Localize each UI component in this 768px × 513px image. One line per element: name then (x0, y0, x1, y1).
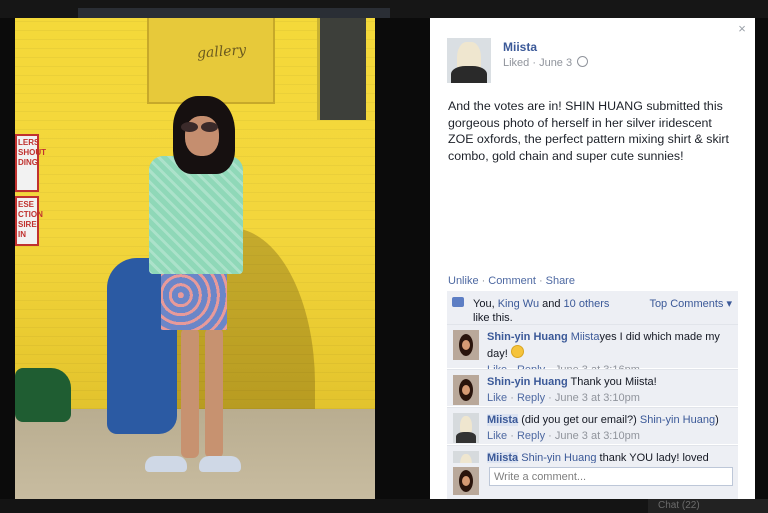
like-comment-link[interactable]: Like (487, 392, 507, 404)
comment-text: Thank you Miista! (567, 376, 657, 388)
separator-dot: · (481, 275, 486, 287)
smile-emoji-icon (510, 345, 524, 358)
write-comment-row (447, 463, 738, 499)
like-comment-link[interactable]: Like (487, 430, 507, 442)
close-icon[interactable]: × (735, 22, 749, 36)
tagged-user-link[interactable]: Shin-yin Huang (640, 414, 715, 426)
photo-red-sign-2: ESE CTION SIRE IN (15, 196, 43, 246)
post-actions: Unlike · Comment · Share (448, 275, 575, 287)
share-link[interactable]: Share (546, 275, 575, 287)
comment-link[interactable]: Comment (488, 275, 536, 287)
photo-gallery-sign (147, 18, 275, 104)
commenter-name-link[interactable]: Shin-yin Huang (487, 331, 568, 343)
reply-link[interactable]: Reply (517, 430, 545, 442)
globe-icon (577, 56, 589, 67)
likes-suffix: like this. (473, 312, 513, 324)
comment-timestamp: June 3 at 3:10pm (554, 392, 640, 404)
tagged-user-link[interactable]: Miista (571, 331, 600, 343)
tagged-user-link[interactable]: Shin-yin Huang (521, 452, 596, 463)
commenter-avatar[interactable] (453, 413, 479, 443)
commenter-avatar[interactable] (453, 451, 479, 463)
photo-leg-right (205, 328, 223, 458)
separator-dot: · (538, 275, 543, 287)
commenter-name-link[interactable]: Miista (487, 452, 519, 463)
reply-link[interactable]: Reply (517, 392, 545, 404)
comment-item: Shin-yin Huang Thank you Miista! Like · … (447, 369, 738, 406)
background-header (0, 0, 768, 18)
viewer-avatar (453, 467, 479, 495)
photo-red-sign-1: LERS SHOUT DING (15, 134, 46, 192)
photo-window (317, 18, 366, 120)
commenter-avatar[interactable] (453, 330, 479, 360)
chat-bar[interactable]: Chat (22) (648, 499, 768, 513)
post-panel: × Miista Liked · June 3 And the votes ar… (430, 18, 755, 499)
comment-text: thank YOU lady! loved (596, 452, 709, 463)
photo-shoe-right (199, 456, 241, 472)
likes-text: You, King Wu and 10 others like this. (473, 297, 623, 325)
post-meta-text: Liked · June 3 (503, 57, 573, 69)
photo-hydrant (15, 368, 71, 422)
commenter-name-link[interactable]: Miista (487, 414, 519, 426)
top-comments-dropdown[interactable]: Top Comments ▾ (649, 297, 732, 310)
comment-text: (did you get our email?) (518, 414, 640, 426)
post-meta: Liked · June 3 (503, 56, 589, 69)
unlike-link[interactable]: Unlike (448, 275, 479, 287)
post-photo[interactable]: gallery LERS SHOUT DING ESE CTION SIRE I… (15, 18, 375, 499)
thumbs-up-icon (452, 297, 464, 307)
photo-shoe-left (145, 456, 187, 472)
comment-item: Shin-yin Huang Miistayes I did which mad… (447, 324, 738, 376)
likes-summary: You, King Wu and 10 others like this. To… (447, 291, 738, 324)
photo-gallery-sign-text: gallery (196, 42, 247, 62)
commenter-avatar[interactable] (453, 375, 479, 405)
comment-text-end: ) (715, 414, 719, 426)
comment-input[interactable] (489, 467, 733, 486)
photo-leg-left (181, 328, 199, 458)
liker-link[interactable]: King Wu (498, 298, 539, 310)
comment-timestamp: June 3 at 3:10pm (554, 430, 640, 442)
likes-prefix: You, (473, 298, 498, 310)
comment-list: Shin-yin Huang Miistayes I did which mad… (447, 324, 738, 463)
commenter-name-link[interactable]: Shin-yin Huang (487, 376, 568, 388)
comment-item: Miista Shin-yin Huang thank YOU lady! lo… (447, 445, 738, 463)
others-link[interactable]: 10 others (564, 298, 610, 310)
likes-and: and (539, 298, 564, 310)
photo-skirt (161, 272, 227, 330)
background-search-bar (78, 8, 390, 18)
author-avatar[interactable] (447, 38, 491, 83)
author-name-link[interactable]: Miista (503, 40, 537, 54)
photo-sunglasses (181, 122, 225, 132)
post-header: Miista Liked · June 3 (447, 38, 735, 84)
post-caption: And the votes are in! SHIN HUANG submitt… (448, 99, 729, 163)
comment-item: Miista (did you get our email?) Shin-yin… (447, 407, 738, 444)
